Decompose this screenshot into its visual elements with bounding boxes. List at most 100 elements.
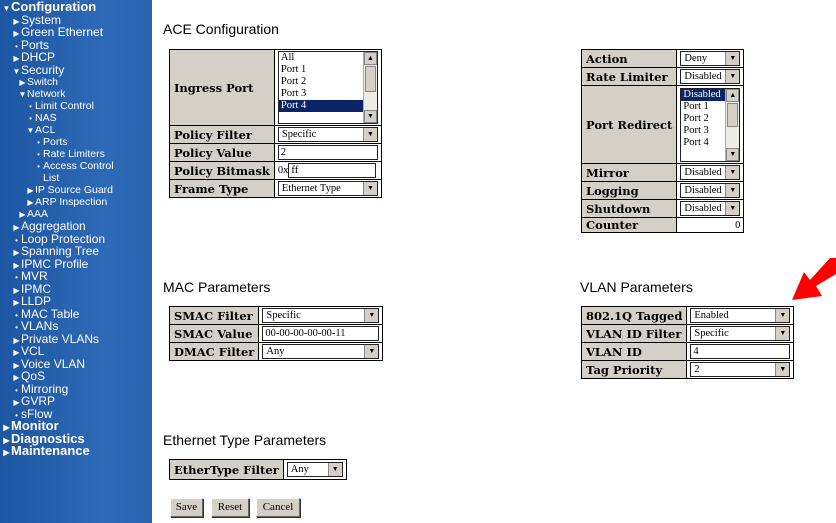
tag-priority-select[interactable]: 2 ▼ [690, 362, 791, 377]
sidebar-item-switch[interactable]: ▶Switch [0, 76, 152, 88]
sidebar-item-label: Access Control [43, 160, 114, 172]
sidebar-item-label: Security [21, 62, 65, 77]
frame-type-value: Ethernet Type [281, 183, 341, 194]
rate-limiter-label: Rate Limiter [580, 67, 678, 86]
sidebar-item-rate-limiters[interactable]: • Rate Limiters [0, 148, 152, 160]
sidebar-item-maintenance[interactable]: ▶Maintenance [0, 443, 152, 458]
logging-label: Logging [580, 181, 678, 200]
scroll-thumb[interactable] [364, 66, 376, 92]
action-value: Deny [684, 53, 708, 64]
bitmask-prefix: 0x [277, 164, 289, 176]
sidebar-item-ports[interactable]: • Ports [0, 136, 152, 148]
dropdown-arrow-icon: ▼ [362, 182, 377, 195]
sidebar-item-network[interactable]: ▼Network [0, 88, 152, 100]
dropdown-arrow-icon: ▼ [327, 463, 342, 476]
ethertype-filter-label: EtherType Filter [169, 459, 284, 480]
sidebar-item-label: IP Source Guard [35, 184, 114, 196]
dropdown-arrow-icon: ▼ [364, 345, 379, 358]
smac-filter-value: Specific [266, 310, 301, 321]
scroll-down-icon[interactable]: ▼ [726, 147, 740, 161]
ethertype-params-title: Ethernet Type Parameters [163, 432, 327, 448]
policy-filter-value: Specific [281, 129, 317, 140]
shutdown-select[interactable]: Disabled ▼ [680, 201, 741, 216]
sidebar-item-nas[interactable]: • NAS [0, 112, 152, 124]
tagged-value: Enabled [694, 310, 729, 321]
vlan-id-filter-label: VLAN ID Filter [580, 324, 688, 343]
mac-params-table: SMAC Filter Specific ▼ SMAC Value 00-00-0… [168, 306, 384, 361]
listbox-scrollbar[interactable]: ▲ ▼ [362, 52, 377, 123]
mirror-select[interactable]: Disabled ▼ [680, 165, 741, 180]
dropdown-arrow-icon: ▼ [725, 70, 740, 83]
smac-filter-select[interactable]: Specific ▼ [262, 308, 380, 323]
logging-value: Disabled [684, 185, 722, 196]
ingress-port-listbox[interactable]: All Port 1 Port 2 Port 3 Port 4 ▲ ▼ [277, 51, 378, 124]
policy-bitmask-input[interactable]: ff [288, 163, 377, 178]
sidebar-item-arp-inspection[interactable]: ▶ARP Inspection [0, 196, 152, 208]
save-button[interactable]: Save [170, 498, 203, 517]
policy-filter-label: Policy Filter [169, 125, 275, 144]
ethertype-filter-value: Any [290, 464, 309, 475]
tag-priority-value: 2 [694, 364, 700, 375]
shutdown-value: Disabled [684, 203, 722, 214]
dropdown-arrow-icon: ▼ [725, 52, 740, 65]
policy-value-input[interactable]: 2 [277, 145, 378, 160]
sidebar-item-security[interactable]: ▼Security [0, 62, 152, 77]
sidebar-item-label: Limit Control [35, 100, 94, 112]
logging-select[interactable]: Disabled ▼ [680, 183, 741, 198]
sidebar-item-label: Maintenance [11, 443, 90, 458]
policy-filter-select[interactable]: Specific ▼ [277, 127, 378, 142]
sidebar-item-label: List [43, 172, 60, 184]
dmac-filter-select[interactable]: Any ▼ [262, 344, 380, 359]
vlan-id-filter-select[interactable]: Specific ▼ [690, 326, 791, 341]
reset-button[interactable]: Reset [211, 498, 249, 517]
sidebar-item-access-control[interactable]: • Access Control [0, 160, 152, 172]
dropdown-arrow-icon: ▼ [725, 166, 740, 179]
listbox-scrollbar[interactable]: ▲ ▼ [725, 88, 740, 161]
dropdown-arrow-icon: ▼ [725, 184, 740, 197]
smac-value-label: SMAC Value [168, 324, 260, 343]
ethertype-filter-select[interactable]: Any ▼ [286, 462, 343, 477]
sidebar-item-acl[interactable]: ▼ACL [0, 124, 152, 136]
mirror-label: Mirror [580, 163, 678, 182]
vlan-params-table: 802.1Q Tagged Enabled ▼ VLAN ID Filter Sp… [580, 306, 795, 379]
dropdown-arrow-icon: ▼ [364, 309, 379, 322]
action-select[interactable]: Deny ▼ [680, 51, 741, 66]
vlan-id-filter-value: Specific [694, 328, 729, 339]
action-table: Action Deny ▼ Rate Limiter Disabled ▼ Port… [580, 49, 745, 233]
tagged-select[interactable]: Enabled ▼ [690, 308, 791, 323]
dropdown-arrow-icon: ▼ [775, 309, 790, 322]
counter-value: 0 [676, 217, 745, 233]
scroll-up-icon[interactable]: ▲ [363, 52, 377, 65]
vlan-params-title: VLAN Parameters [580, 279, 693, 295]
sidebar-item-label: ACL [35, 124, 56, 136]
action-label: Action [580, 49, 678, 68]
vlan-id-input[interactable]: 4 [690, 344, 791, 359]
tag-priority-label: Tag Priority [580, 360, 688, 379]
cancel-button[interactable]: Cancel [256, 498, 300, 517]
scroll-up-icon[interactable]: ▲ [726, 88, 740, 102]
sidebar-item-label: NAS [35, 112, 57, 124]
policy-bitmask-label: Policy Bitmask [169, 161, 275, 180]
sidebar-item-label: ARP Inspection [35, 196, 108, 208]
sidebar-item-limit-control[interactable]: • Limit Control [0, 100, 152, 112]
shutdown-label: Shutdown [580, 199, 678, 218]
dmac-filter-value: Any [266, 346, 285, 357]
rate-limiter-select[interactable]: Disabled ▼ [680, 69, 741, 84]
collapsed-arrow-icon: ▶ [3, 448, 10, 457]
scroll-thumb[interactable] [727, 102, 739, 127]
sidebar-item-list[interactable]: List [0, 172, 152, 184]
counter-label: Counter [580, 217, 678, 233]
sidebar-item-ip-source-guard[interactable]: ▶IP Source Guard [0, 184, 152, 196]
ace-config-title: ACE Configuration [163, 21, 279, 37]
scroll-down-icon[interactable]: ▼ [363, 110, 377, 123]
dropdown-arrow-icon: ▼ [725, 202, 740, 215]
dropdown-arrow-icon: ▼ [362, 128, 377, 141]
port-redirect-listbox[interactable]: Disabled Port 1 Port 2 Port 3 Port 4 ▲ ▼ [680, 87, 741, 162]
sidebar-nav: ▼Configuration ▶System ▶Green Ethernet • Por… [0, 0, 152, 523]
smac-value-input[interactable]: 00-00-00-00-00-11 [262, 326, 380, 341]
sidebar-item-label: Rate Limiters [43, 148, 105, 160]
frame-type-select[interactable]: Ethernet Type ▼ [277, 181, 378, 196]
red-arrow-icon [792, 258, 836, 300]
frame-type-label: Frame Type [169, 179, 275, 198]
mirror-value: Disabled [684, 167, 722, 178]
